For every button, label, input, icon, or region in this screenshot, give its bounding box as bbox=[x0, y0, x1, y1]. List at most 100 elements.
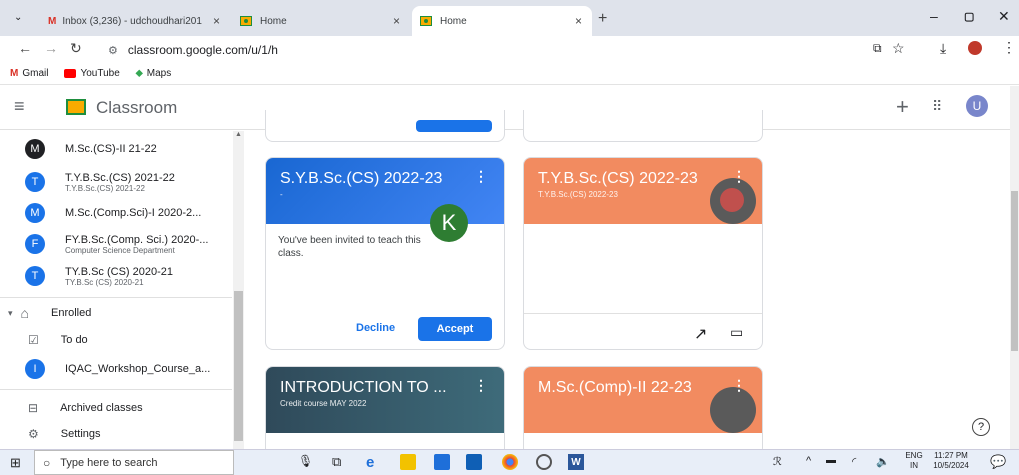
folder-icon[interactable]: ▭ bbox=[730, 324, 743, 341]
class-card-msc[interactable]: M.Sc.(Comp)-II 22-23 ⋮ bbox=[523, 366, 763, 456]
tray-chevron-icon[interactable]: ^ bbox=[806, 455, 811, 467]
class-card-intro[interactable]: INTRODUCTION TO ... Credit course MAY 20… bbox=[265, 366, 505, 456]
close-tab-icon[interactable]: × bbox=[393, 14, 400, 28]
bookmark-star-icon[interactable]: ☆ bbox=[892, 40, 905, 57]
browser-menu-icon[interactable]: ⋮ bbox=[1002, 39, 1016, 56]
class-section: T.Y.B.Sc.(CS) 2021-22 bbox=[65, 183, 145, 193]
card-banner: M.Sc.(Comp)-II 22-23 ⋮ bbox=[524, 367, 762, 433]
page-scrollbar-thumb[interactable] bbox=[1011, 191, 1018, 351]
windows-start-icon[interactable]: ⊞ bbox=[10, 455, 21, 471]
scroll-up-icon[interactable]: ▲ bbox=[235, 131, 242, 138]
sidebar-scrollbar[interactable]: ▲ bbox=[233, 131, 244, 449]
bookmark-gmail[interactable]: M Gmail bbox=[10, 68, 48, 79]
account-avatar[interactable]: U bbox=[966, 95, 988, 117]
sidebar-class-item[interactable]: T T.Y.B.Sc.(CS) 2021-22 T.Y.B.Sc.(CS) 20… bbox=[0, 167, 232, 197]
decline-button[interactable]: Decline bbox=[356, 322, 395, 334]
language-line-1: ENG bbox=[905, 451, 923, 460]
classroom-header: ≡ Classroom + ⠿ U bbox=[0, 86, 1010, 130]
word-icon[interactable]: W bbox=[568, 454, 584, 470]
taskbar-search-box[interactable]: ○ Type here to search bbox=[34, 450, 234, 475]
people-icon[interactable]: ℛ bbox=[773, 455, 782, 468]
card-banner: T.Y.B.Sc.(CS) 2022-23 T.Y.B.Sc.(CS) 2022… bbox=[524, 158, 762, 224]
class-card-partial[interactable] bbox=[265, 110, 505, 142]
close-tab-icon[interactable]: × bbox=[213, 14, 220, 28]
apps-grid-icon[interactable]: ⠿ bbox=[932, 98, 942, 115]
help-icon[interactable]: ? bbox=[972, 418, 990, 436]
card-options-icon[interactable]: ⋮ bbox=[474, 168, 488, 185]
language-indicator[interactable]: ENG IN bbox=[900, 451, 928, 471]
wifi-icon[interactable]: ◜ bbox=[852, 455, 856, 468]
chrome-icon[interactable] bbox=[502, 454, 518, 470]
tab-search-chevron-icon[interactable]: ⌄ bbox=[14, 12, 22, 23]
accept-button-partial[interactable] bbox=[416, 120, 492, 132]
class-section: Computer Science Department bbox=[65, 245, 175, 255]
gmail-icon: M bbox=[48, 15, 57, 27]
new-tab-icon[interactable]: + bbox=[598, 10, 607, 28]
card-title[interactable]: T.Y.B.Sc.(CS) 2022-23 bbox=[538, 170, 698, 188]
card-subtitle: Credit course MAY 2022 bbox=[280, 399, 367, 408]
clock[interactable]: 11:27 PM 10/5/2024 bbox=[930, 451, 972, 471]
sidebar-todo[interactable]: ☑ To do bbox=[0, 329, 232, 351]
cast-icon[interactable]: ⧉ bbox=[873, 41, 882, 56]
enrolled-label: Enrolled bbox=[51, 307, 92, 319]
notifications-icon[interactable]: 💬 bbox=[990, 454, 1006, 470]
microphone-icon[interactable]: 🎙 bbox=[298, 454, 314, 470]
tab-gmail[interactable]: M Inbox (3,236) - udchoudhari201 × bbox=[40, 6, 230, 36]
camera-app-icon[interactable] bbox=[536, 454, 552, 470]
task-view-icon[interactable]: ⧉ bbox=[332, 454, 348, 470]
sidebar-class-item[interactable]: F FY.B.Sc.(Comp. Sci.) 2020-... Computer… bbox=[0, 229, 232, 259]
tab-home-1[interactable]: Home × bbox=[232, 6, 410, 36]
classroom-logo-icon bbox=[66, 99, 86, 115]
card-subtitle: T.Y.B.Sc.(CS) 2022-23 bbox=[538, 190, 618, 199]
download-icon[interactable]: ⤓ bbox=[940, 40, 946, 57]
sidebar-class-item[interactable]: I IQAC_Workshop_Course_a... bbox=[0, 357, 232, 381]
sidebar-class-item[interactable]: M M.Sc.(Comp.Sci)-I 2020-2... bbox=[0, 201, 232, 225]
card-options-icon[interactable]: ⋮ bbox=[732, 168, 746, 185]
battery-icon[interactable]: ▬ bbox=[826, 455, 836, 466]
mail-icon[interactable] bbox=[466, 454, 482, 470]
close-window-icon[interactable]: ✕ bbox=[998, 8, 1010, 25]
sidebar-class-item[interactable]: T TY.B.Sc (CS) 2020-21 TY.B.Sc (CS) 2020… bbox=[0, 261, 232, 291]
edge-icon[interactable]: e bbox=[366, 454, 382, 471]
page-scrollbar[interactable] bbox=[1010, 86, 1019, 449]
trending-icon[interactable]: ↗ bbox=[694, 324, 707, 344]
maps-icon: ⬥ bbox=[135, 68, 143, 79]
profile-avatar-icon[interactable] bbox=[968, 41, 982, 55]
minimize-icon[interactable]: – bbox=[930, 8, 938, 24]
sidebar-class-item[interactable]: M M.Sc.(CS)-II 21-22 bbox=[0, 137, 232, 161]
class-card-partial[interactable] bbox=[523, 110, 763, 142]
maximize-icon[interactable]: ▢ bbox=[964, 10, 974, 23]
teacher-avatar: K bbox=[430, 204, 468, 242]
class-name: IQAC_Workshop_Course_a... bbox=[65, 363, 211, 375]
sidebar-scrollbar-thumb[interactable] bbox=[234, 291, 243, 441]
card-title[interactable]: INTRODUCTION TO ... bbox=[280, 379, 447, 397]
divider bbox=[0, 297, 232, 298]
bookmarks-bar: M Gmail YouTube ⬥ Maps bbox=[0, 63, 1019, 85]
main-menu-icon[interactable]: ≡ bbox=[14, 96, 25, 117]
class-name: TY.B.Sc (CS) 2020-21 bbox=[65, 265, 174, 278]
tab-home-2[interactable]: Home × bbox=[412, 6, 592, 36]
card-options-icon[interactable]: ⋮ bbox=[474, 377, 488, 394]
reload-icon[interactable]: ↻ bbox=[70, 40, 82, 57]
bookmark-maps[interactable]: ⬥ Maps bbox=[136, 68, 171, 79]
create-class-icon[interactable]: + bbox=[896, 94, 909, 120]
forward-icon[interactable]: → bbox=[44, 40, 58, 56]
site-settings-icon[interactable]: ⚙ bbox=[108, 44, 118, 57]
volume-icon[interactable]: 🔈 bbox=[876, 455, 890, 468]
close-tab-icon[interactable]: × bbox=[575, 14, 582, 28]
youtube-icon bbox=[64, 69, 77, 78]
card-options-icon[interactable]: ⋮ bbox=[732, 377, 746, 394]
url-field[interactable]: ⚙ classroom.google.com/u/1/h bbox=[100, 39, 860, 61]
card-title[interactable]: S.Y.B.Sc.(CS) 2022-23 bbox=[280, 170, 442, 188]
store-icon[interactable] bbox=[434, 454, 450, 470]
accept-button[interactable]: Accept bbox=[418, 317, 492, 341]
card-title[interactable]: M.Sc.(Comp)-II 22-23 bbox=[538, 379, 692, 397]
sidebar-archived[interactable]: ⊟ Archived classes bbox=[0, 397, 232, 419]
sidebar-settings[interactable]: ⚙ Settings bbox=[0, 423, 232, 445]
file-explorer-icon[interactable] bbox=[400, 454, 416, 470]
back-icon[interactable]: ← bbox=[18, 40, 32, 56]
class-card-sybsc[interactable]: S.Y.B.Sc.(CS) 2022-23 - ⋮ K You've been … bbox=[265, 157, 505, 350]
sidebar-enrolled-section[interactable]: ▾ ⌂ Enrolled bbox=[0, 303, 232, 323]
class-card-tybsc[interactable]: T.Y.B.Sc.(CS) 2022-23 T.Y.B.Sc.(CS) 2022… bbox=[523, 157, 763, 350]
bookmark-youtube[interactable]: YouTube bbox=[64, 68, 120, 79]
